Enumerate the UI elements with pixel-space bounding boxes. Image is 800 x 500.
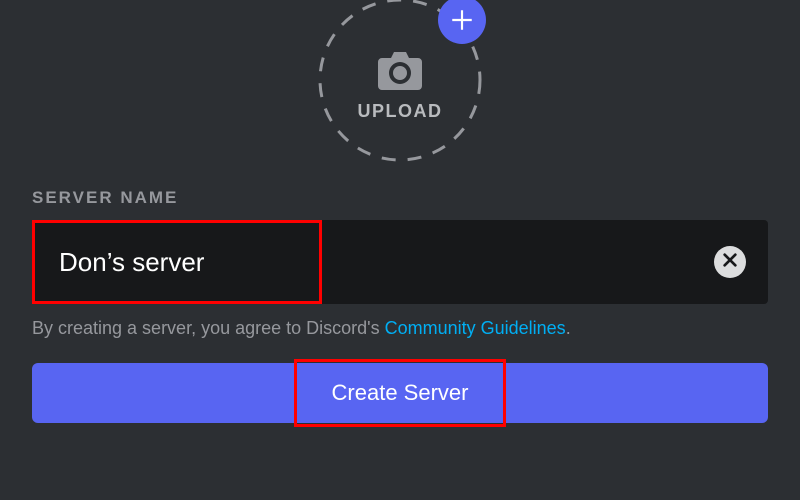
create-server-form: UPLOAD SERVER NAME By creating a server,… bbox=[0, 0, 800, 423]
upload-avatar-button[interactable]: UPLOAD bbox=[316, 0, 484, 164]
create-server-button[interactable]: Create Server bbox=[32, 363, 768, 423]
guidelines-prefix: By creating a server, you agree to Disco… bbox=[32, 318, 385, 338]
close-icon bbox=[722, 252, 738, 273]
guidelines-text: By creating a server, you agree to Disco… bbox=[32, 318, 768, 339]
server-name-highlight bbox=[32, 220, 322, 304]
create-server-label: Create Server bbox=[332, 380, 469, 406]
server-name-label: SERVER NAME bbox=[32, 188, 768, 208]
guidelines-suffix: . bbox=[566, 318, 571, 338]
server-name-row bbox=[32, 220, 768, 304]
community-guidelines-link[interactable]: Community Guidelines bbox=[385, 318, 566, 338]
create-row: Create Server bbox=[32, 363, 768, 423]
upload-area: UPLOAD bbox=[32, 0, 768, 164]
clear-input-button[interactable] bbox=[714, 246, 746, 278]
server-name-input[interactable] bbox=[57, 246, 319, 279]
